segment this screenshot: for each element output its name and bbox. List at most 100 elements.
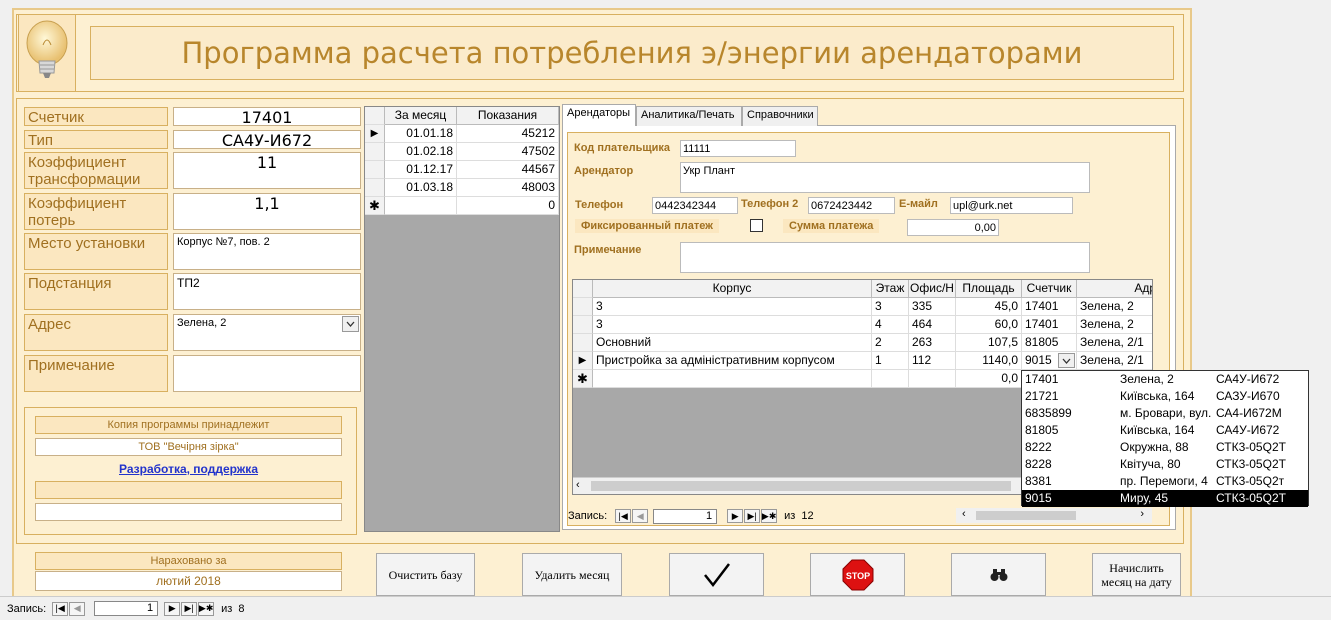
email-input[interactable]: upl@urk.net bbox=[950, 197, 1073, 214]
dropdown-cell: пр. Перемоги, 4 bbox=[1120, 474, 1208, 488]
phone-input[interactable]: 0442342344 bbox=[652, 197, 738, 214]
stop-icon: STOP bbox=[842, 559, 873, 590]
col-header-office[interactable]: Офис/Н bbox=[909, 280, 956, 298]
scroll-thumb[interactable] bbox=[591, 481, 1011, 491]
stop-button[interactable]: STOP bbox=[810, 553, 905, 596]
address-label: Адрес bbox=[24, 314, 168, 351]
scroll-left-arrow[interactable]: ‹ bbox=[962, 508, 966, 520]
owner-blank-1 bbox=[35, 481, 342, 499]
col-header-meter[interactable]: Счетчик bbox=[1022, 280, 1077, 298]
address-dropdown-button[interactable] bbox=[342, 316, 359, 332]
sub-nav-of: из bbox=[784, 510, 796, 522]
accrued-title: Нараховано за bbox=[35, 552, 342, 570]
current-record-icon: ▶ bbox=[573, 352, 593, 370]
dropdown-cell: 8381 bbox=[1025, 474, 1052, 488]
transformation-coef-label: Коэффициент трансформации bbox=[24, 152, 168, 189]
tab-tenants[interactable]: Арендаторы bbox=[562, 104, 636, 126]
payer-code-input[interactable]: 11111 bbox=[680, 140, 796, 157]
table-row[interactable]: ▶ 01.01.18 45212 bbox=[365, 125, 559, 143]
payment-sum-label: Сумма платежа bbox=[783, 219, 880, 233]
dropdown-cell: Окружна, 88 bbox=[1120, 440, 1189, 454]
dropdown-cell: СТК3-05Q2Т bbox=[1216, 457, 1286, 471]
recalc-button[interactable]: Начислить месяц на дату bbox=[1092, 553, 1181, 596]
dropdown-cell: 9015 bbox=[1025, 491, 1052, 505]
table-row[interactable]: 01.03.18 48003 bbox=[365, 179, 559, 197]
col-header-address[interactable]: Адр bbox=[1077, 280, 1152, 298]
scroll-right-arrow[interactable]: › bbox=[1140, 508, 1144, 520]
col-header-area[interactable]: Площадь bbox=[956, 280, 1022, 298]
table-row[interactable]: 3 3 335 45,0 17401 Зелена, 2 bbox=[573, 298, 1152, 316]
phone-label: Телефон bbox=[575, 199, 624, 211]
title-box: Программа расчета потребления э/энергии … bbox=[90, 26, 1174, 80]
transformation-coef-value[interactable]: 11 bbox=[173, 152, 361, 189]
tab-analytics[interactable]: Аналитика/Печать bbox=[636, 106, 742, 126]
prev-record-button[interactable]: ◀ bbox=[632, 509, 649, 523]
find-button[interactable] bbox=[951, 553, 1046, 596]
meter-dropdown-button[interactable] bbox=[1058, 353, 1075, 368]
prev-record-button[interactable]: ◀ bbox=[69, 601, 86, 616]
dropdown-cell: Квітуча, 80 bbox=[1120, 457, 1181, 471]
checkmark-icon bbox=[703, 562, 730, 587]
main-nav-total: 8 bbox=[238, 602, 245, 615]
chevron-down-icon bbox=[1062, 358, 1071, 364]
table-row[interactable]: 3 4 464 60,0 17401 Зелена, 2 bbox=[573, 316, 1152, 334]
address-combo[interactable]: Зелена, 2 bbox=[173, 314, 361, 351]
dropdown-cell: 6835899 bbox=[1025, 406, 1072, 420]
fixed-payment-checkbox[interactable] bbox=[750, 219, 763, 232]
confirm-button[interactable] bbox=[669, 553, 764, 596]
dropdown-cell: СА4У-И672 bbox=[1216, 423, 1280, 437]
clear-db-button[interactable]: Очистить базу bbox=[376, 553, 475, 596]
dropdown-cell: Київська, 164 bbox=[1120, 389, 1195, 403]
main-nav-current[interactable]: 1 bbox=[94, 601, 159, 616]
first-record-button[interactable]: |◀ bbox=[615, 509, 632, 523]
type-label: Тип bbox=[24, 130, 168, 149]
col-header-reading[interactable]: Показания bbox=[457, 107, 559, 125]
support-link[interactable]: Разработка, поддержка bbox=[35, 462, 342, 478]
first-record-button[interactable]: |◀ bbox=[52, 601, 69, 616]
dropdown-cell: СТК3-05Q2т bbox=[1216, 474, 1285, 488]
fixed-payment-label: Фиксированный платеж bbox=[575, 219, 719, 233]
dropdown-cell: Миру, 45 bbox=[1120, 491, 1169, 505]
delete-month-button[interactable]: Удалить месяц bbox=[522, 553, 622, 596]
new-record-button[interactable]: ▶✱ bbox=[761, 509, 778, 523]
new-record-icon: ✱ bbox=[365, 197, 385, 215]
current-record-icon: ▶ bbox=[365, 125, 385, 143]
col-header-building[interactable]: Корпус bbox=[593, 280, 872, 298]
new-row[interactable]: ✱ 0 bbox=[365, 197, 559, 215]
col-header-floor[interactable]: Этаж bbox=[872, 280, 909, 298]
dropdown-cell: СТК3-05Q2Т bbox=[1216, 440, 1286, 454]
note-value[interactable] bbox=[173, 355, 361, 392]
scroll-left-arrow[interactable]: ‹ bbox=[576, 479, 580, 491]
page-title: Программа расчета потребления э/энергии … bbox=[181, 36, 1083, 70]
table-row[interactable]: 01.02.18 47502 bbox=[365, 143, 559, 161]
table-row[interactable]: ▶ Пристройка за адміністративним корпусо… bbox=[573, 352, 1152, 370]
last-record-button[interactable]: ▶| bbox=[744, 509, 761, 523]
next-record-button[interactable]: ▶ bbox=[164, 601, 181, 616]
sub-nav-current[interactable]: 1 bbox=[653, 508, 718, 524]
substation-value[interactable]: ТП2 bbox=[173, 273, 361, 310]
payment-sum-input[interactable]: 0,00 bbox=[907, 219, 999, 236]
table-row[interactable]: 01.12.17 44567 bbox=[365, 161, 559, 179]
next-record-button[interactable]: ▶ bbox=[727, 509, 744, 523]
tenant-note-input[interactable] bbox=[680, 242, 1090, 273]
col-header-month[interactable]: За месяц bbox=[385, 107, 457, 125]
owner-blank-2 bbox=[35, 503, 342, 521]
tab-references[interactable]: Справочники bbox=[742, 106, 818, 126]
dropdown-cell: 17401 bbox=[1025, 372, 1059, 386]
scroll-thumb[interactable] bbox=[976, 511, 1076, 520]
new-record-button[interactable]: ▶✱ bbox=[198, 601, 215, 616]
meter-value[interactable]: 17401 bbox=[173, 107, 361, 127]
phone2-input[interactable]: 0672423442 bbox=[808, 197, 895, 214]
type-value[interactable]: СА4У-И672 bbox=[173, 130, 361, 150]
tenant-input[interactable]: Укр Плант bbox=[680, 162, 1090, 193]
table-row[interactable]: Основний 2 263 107,5 81805 Зелена, 2/1 bbox=[573, 334, 1152, 352]
owner-title: Копия программы принадлежит bbox=[35, 416, 342, 434]
last-record-button[interactable]: ▶| bbox=[181, 601, 198, 616]
install-place-value[interactable]: Корпус №7, пов. 2 bbox=[173, 233, 361, 270]
panel-hscrollbar[interactable]: ‹ › bbox=[956, 508, 1152, 523]
dropdown-cell: м. Бровари, вул. bbox=[1120, 406, 1212, 420]
meter-combo[interactable]: 9015 bbox=[1022, 352, 1077, 370]
loss-coef-value[interactable]: 1,1 bbox=[173, 193, 361, 230]
chevron-down-icon bbox=[346, 321, 355, 327]
sub-nav-label: Запись: bbox=[568, 510, 608, 522]
